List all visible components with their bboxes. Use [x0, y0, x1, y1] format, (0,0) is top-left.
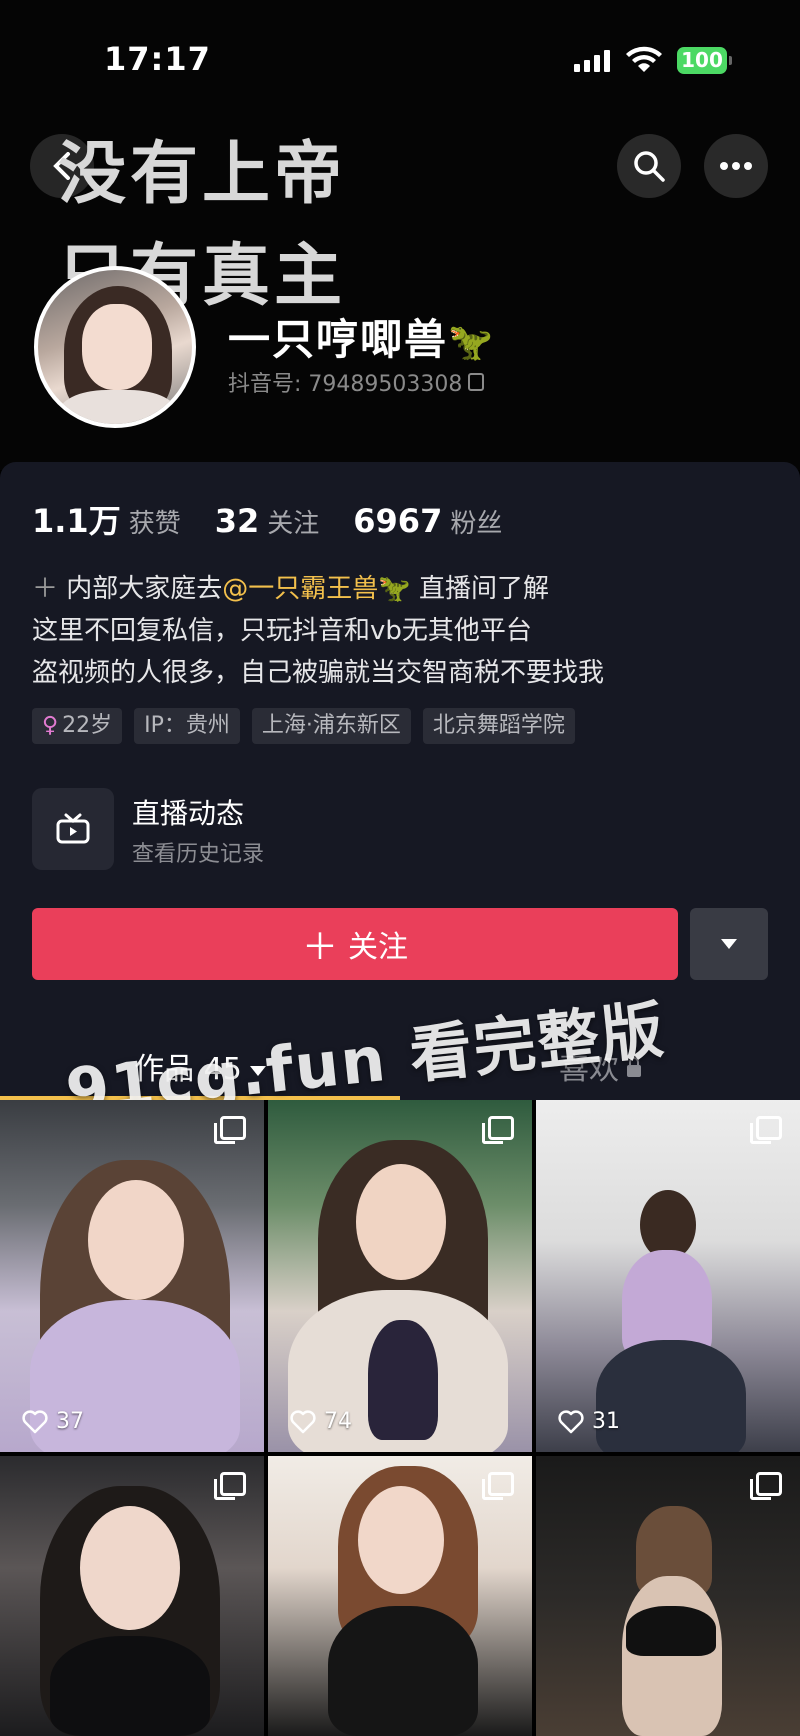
stats-row: 1.1万 获赞 32 关注 6967 粉丝: [32, 496, 536, 542]
stat-followers-count: 6967: [353, 502, 443, 540]
tv-icon: [56, 813, 90, 844]
tag-age: ♀ 22岁: [32, 708, 123, 744]
bio-line1-prefix: 内部大家庭去: [66, 574, 223, 604]
multi-image-icon: [214, 1472, 246, 1500]
battery-icon: 100: [677, 47, 732, 74]
bio-line2: 这里不回复私信，只玩抖音和vb无其他平台: [32, 616, 532, 646]
stat-likes[interactable]: 1.1万 获赞: [32, 496, 181, 542]
more-dots-icon: [720, 162, 752, 170]
douyin-id-text: 抖音号: 79489503308: [228, 372, 463, 397]
multi-image-icon: [750, 1116, 782, 1144]
profile-header: 17:17 100 没有上帝 只有真主 一只哼唧兽🦖 抖音号: 79489503…: [0, 0, 800, 470]
post-likes-count: 37: [56, 1409, 84, 1434]
multi-image-icon: [482, 1472, 514, 1500]
bio-line1-suffix: 直播间了解: [418, 574, 549, 604]
post-likes: 37: [22, 1409, 84, 1434]
avatar[interactable]: [34, 266, 196, 428]
multi-image-icon: [482, 1116, 514, 1144]
tag-age-text: 22岁: [62, 713, 113, 738]
signal-icon: [574, 48, 614, 72]
live-history-icon-box[interactable]: [32, 788, 114, 870]
status-time: 17:17: [104, 40, 211, 78]
heart-icon: [22, 1409, 48, 1433]
stat-following-count: 32: [214, 502, 260, 540]
post-tile[interactable]: 74: [268, 1100, 532, 1452]
stat-likes-label: 获赞: [128, 509, 181, 539]
post-likes: 74: [290, 1409, 352, 1434]
stat-following[interactable]: 32 关注: [215, 502, 320, 540]
stat-followers[interactable]: 6967 粉丝: [353, 502, 502, 540]
nickname: 一只哼唧兽🦖: [228, 306, 495, 367]
heart-icon: [290, 1409, 316, 1433]
post-tile[interactable]: [536, 1456, 800, 1736]
live-history-title[interactable]: 直播动态: [132, 792, 244, 832]
profile-panel: 1.1万 获赞 32 关注 6967 粉丝 ＋ 内部大家庭去@一只霸王兽🦖 直播…: [0, 462, 800, 1128]
bio: ＋ 内部大家庭去@一只霸王兽🦖 直播间了解 这里不回复私信，只玩抖音和vb无其他…: [32, 568, 772, 694]
search-icon: [634, 151, 665, 182]
multi-image-icon: [214, 1116, 246, 1144]
live-history-subtitle: 查看历史记录: [132, 842, 265, 867]
post-likes-count: 74: [324, 1409, 352, 1434]
post-tile[interactable]: [268, 1456, 532, 1736]
stat-following-label: 关注: [267, 509, 320, 539]
post-tile[interactable]: [0, 1456, 264, 1736]
tag-ip: IP：贵州: [134, 708, 240, 744]
douyin-id[interactable]: 抖音号: 79489503308: [228, 366, 485, 398]
post-tile[interactable]: 37: [0, 1100, 264, 1452]
dinosaur-icon: 🦖: [378, 574, 411, 604]
bio-line3: 盗视频的人很多，自己被骗就当交智商税不要找我: [32, 658, 605, 688]
nickname-text: 一只哼唧兽: [228, 315, 449, 364]
search-button[interactable]: [617, 134, 681, 198]
bio-line1: ＋ 内部大家庭去@一只霸王兽🦖 直播间了解: [32, 568, 772, 610]
heart-icon: [558, 1409, 584, 1433]
bio-mention-link[interactable]: @一只霸王兽: [222, 574, 378, 604]
copy-icon[interactable]: [468, 373, 485, 391]
stat-followers-label: 粉丝: [450, 509, 503, 539]
tag-location: 上海·浦东新区: [251, 708, 411, 744]
profile-tags: ♀ 22岁 IP：贵州 上海·浦东新区 北京舞蹈学院: [32, 708, 575, 744]
follow-dropdown-button[interactable]: [690, 908, 768, 980]
post-tile[interactable]: 31: [536, 1100, 800, 1452]
female-icon: ♀: [42, 713, 59, 738]
triangle-down-icon: [721, 939, 737, 949]
post-likes-count: 31: [592, 1409, 620, 1434]
dinosaur-icon: 🦖: [448, 322, 495, 363]
follow-button[interactable]: ＋ 关注: [32, 908, 678, 980]
stat-likes-count: 1.1万: [32, 502, 121, 540]
banner-text-line1: 没有上帝: [58, 135, 347, 214]
multi-image-icon: [750, 1472, 782, 1500]
wifi-icon: [626, 46, 662, 72]
plus-icon: ＋: [301, 927, 338, 968]
posts-grid: 37 74 31: [0, 1100, 800, 1736]
plus-icon: ＋: [32, 574, 59, 604]
post-likes: 31: [558, 1409, 620, 1434]
more-button[interactable]: [704, 134, 768, 198]
follow-button-label: 关注: [348, 930, 408, 965]
status-bar: 17:17 100: [0, 36, 800, 86]
tag-school: 北京舞蹈学院: [422, 708, 575, 744]
